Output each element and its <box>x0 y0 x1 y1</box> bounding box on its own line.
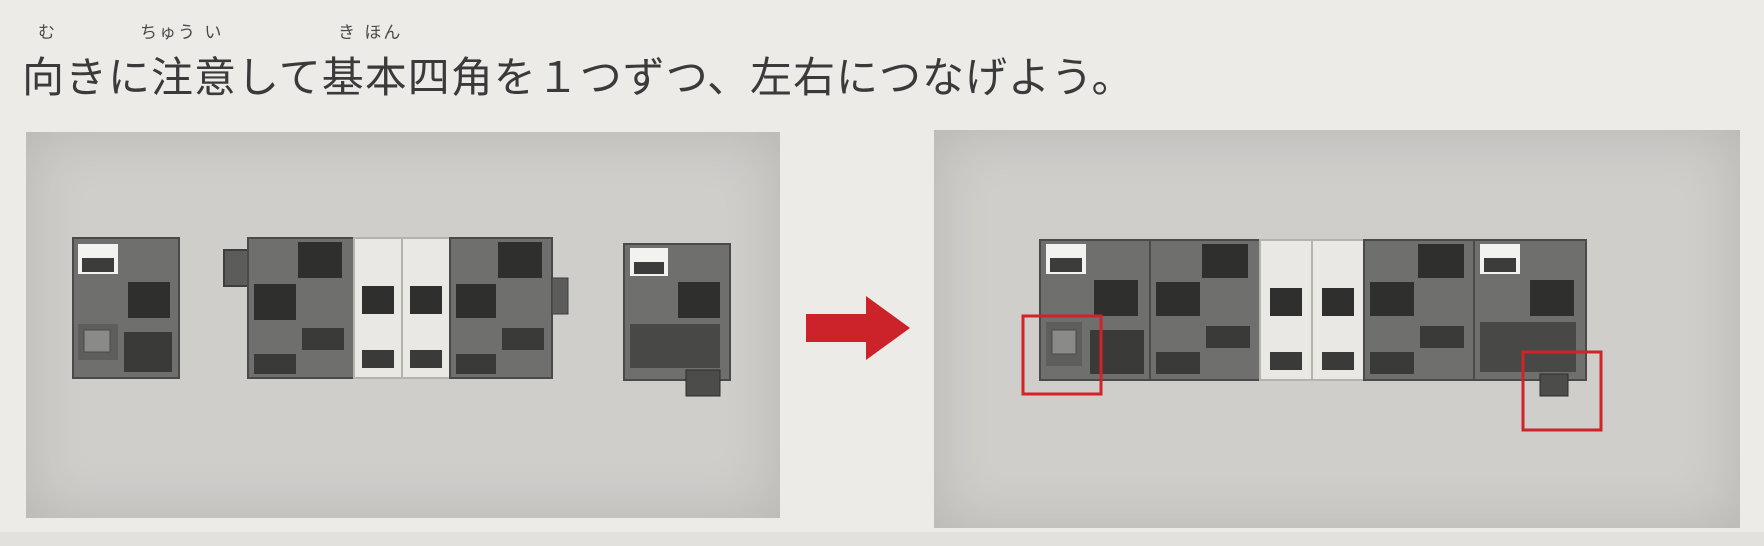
instruction-text: 向きに注意して基本四角を１つずつ、左右につなげよう。 <box>22 53 1135 102</box>
ruby-muki: む <box>38 23 57 43</box>
middle-row <box>247 237 569 379</box>
before-photo <box>26 132 780 518</box>
left-cube <box>72 237 180 379</box>
separated-blocks-illustration <box>72 237 731 397</box>
connected-blocks-illustration <box>1021 239 1603 432</box>
side-peg <box>223 249 251 287</box>
page-bottom-edge <box>0 532 1764 546</box>
after-photo <box>934 130 1740 528</box>
ruby-kihon: き ほん <box>338 23 403 43</box>
connected-row <box>1039 239 1587 397</box>
ruby-chuui: ちゅう い <box>140 23 224 43</box>
arrow-right-icon <box>806 296 910 360</box>
right-cube <box>623 243 731 397</box>
